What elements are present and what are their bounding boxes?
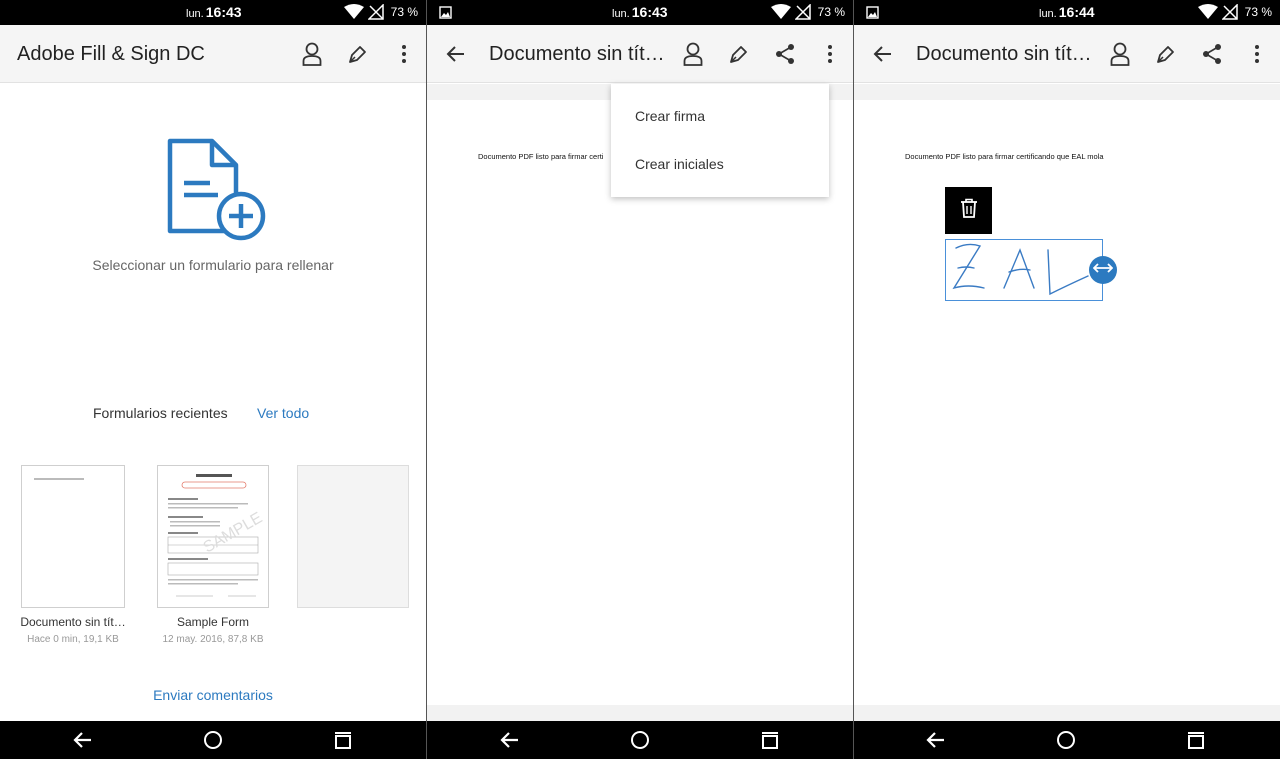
recent-form-name: Documento sin tít… xyxy=(20,615,126,629)
image-notification-icon xyxy=(439,6,452,24)
battery-level: 73 % xyxy=(1244,5,1272,19)
profile-icon[interactable] xyxy=(297,39,327,69)
create-initials-option[interactable]: Crear iniciales xyxy=(635,156,724,172)
share-icon[interactable] xyxy=(770,39,800,69)
document-signed-screen: lun. 16:44 73 % Documento sin tít… Docume… xyxy=(854,0,1280,759)
more-options-icon[interactable] xyxy=(1242,39,1272,69)
back-arrow-icon[interactable] xyxy=(868,39,898,69)
image-notification-icon xyxy=(866,6,879,24)
status-bar: lun. 16:44 73 % xyxy=(854,0,1280,25)
nav-home-icon[interactable] xyxy=(1054,728,1078,752)
sign-pen-icon[interactable] xyxy=(724,39,754,69)
empty-state-text: Seleccionar un formulario para rellenar xyxy=(92,257,334,273)
signature-menu: Crear firma Crear iniciales xyxy=(611,84,829,197)
recent-forms-heading: Formularios recientes xyxy=(93,405,228,421)
nav-back-icon[interactable] xyxy=(924,728,948,752)
status-clock: lun. 16:43 xyxy=(612,4,668,20)
more-options-icon[interactable] xyxy=(389,39,419,69)
recent-form-thumbnail[interactable]: SAMPLE xyxy=(157,465,269,608)
pane-divider xyxy=(426,0,427,759)
document-title: Documento sin tít… xyxy=(489,43,665,65)
share-icon[interactable] xyxy=(1197,39,1227,69)
recent-form-thumbnail[interactable] xyxy=(297,465,409,608)
app-bar: Documento sin tít… xyxy=(854,25,1280,83)
nav-recents-icon[interactable] xyxy=(758,728,782,752)
profile-icon[interactable] xyxy=(678,39,708,69)
back-arrow-icon[interactable] xyxy=(441,39,471,69)
handwritten-signature xyxy=(952,243,1089,296)
signature-box[interactable] xyxy=(945,239,1103,301)
resize-handle[interactable] xyxy=(1089,256,1117,284)
document-text: Documento PDF listo para firmar certific… xyxy=(905,152,1104,161)
profile-icon[interactable] xyxy=(1105,39,1135,69)
sample-form-preview: SAMPLE xyxy=(167,474,266,597)
home-screen: lun. 16:43 73 % Adobe Fill & Sign DC Sel… xyxy=(0,0,426,759)
status-bar: lun. 16:43 73 % xyxy=(427,0,853,25)
nav-home-icon[interactable] xyxy=(628,728,652,752)
nav-home-icon[interactable] xyxy=(201,728,225,752)
see-all-link[interactable]: Ver todo xyxy=(257,405,309,421)
nav-bar xyxy=(0,721,426,759)
recent-form-name: Sample Form xyxy=(176,615,250,629)
resize-arrows-icon xyxy=(1092,261,1114,279)
document-page[interactable]: Documento PDF listo para firmar certific… xyxy=(854,100,1280,705)
no-signal-icon xyxy=(367,3,384,25)
wifi-icon xyxy=(771,4,791,25)
nav-bar xyxy=(854,721,1280,759)
doc-text-line xyxy=(34,478,84,480)
create-signature-option[interactable]: Crear firma xyxy=(635,108,705,124)
nav-recents-icon[interactable] xyxy=(1184,728,1208,752)
add-form-icon xyxy=(166,137,266,246)
status-bar: lun. 16:43 73 % xyxy=(0,0,426,25)
recent-form-thumbnail[interactable] xyxy=(21,465,125,608)
document-title: Documento sin tít… xyxy=(916,43,1092,65)
sign-pen-icon[interactable] xyxy=(343,39,373,69)
no-signal-icon xyxy=(1221,3,1238,25)
app-bar: Documento sin tít… xyxy=(427,25,853,83)
send-feedback-link[interactable]: Enviar comentarios xyxy=(0,687,426,703)
wifi-icon xyxy=(344,4,364,25)
app-title: Adobe Fill & Sign DC xyxy=(17,43,205,65)
wifi-icon xyxy=(1198,4,1218,25)
no-signal-icon xyxy=(794,3,811,25)
status-clock: lun. 16:44 xyxy=(1039,4,1095,20)
battery-level: 73 % xyxy=(817,5,845,19)
app-bar: Adobe Fill & Sign DC xyxy=(0,25,426,83)
delete-signature-button[interactable] xyxy=(945,187,992,234)
document-menu-screen: lun. 16:43 73 % Documento sin tít… Docume… xyxy=(427,0,853,759)
recent-form-meta: 12 may. 2016, 87,8 KB xyxy=(162,634,264,645)
nav-back-icon[interactable] xyxy=(498,728,522,752)
document-text: Documento PDF listo para firmar certi xyxy=(478,152,604,161)
battery-level: 73 % xyxy=(390,5,418,19)
status-clock: lun. 16:43 xyxy=(186,4,242,20)
nav-recents-icon[interactable] xyxy=(331,728,355,752)
nav-bar xyxy=(427,721,853,759)
trash-icon xyxy=(960,198,978,223)
sign-pen-icon[interactable] xyxy=(1151,39,1181,69)
pane-divider xyxy=(853,0,854,759)
more-options-icon[interactable] xyxy=(815,39,845,69)
nav-back-icon[interactable] xyxy=(71,728,95,752)
recent-form-meta: Hace 0 min, 19,1 KB xyxy=(27,634,119,645)
svg-text:SAMPLE: SAMPLE xyxy=(201,509,266,556)
